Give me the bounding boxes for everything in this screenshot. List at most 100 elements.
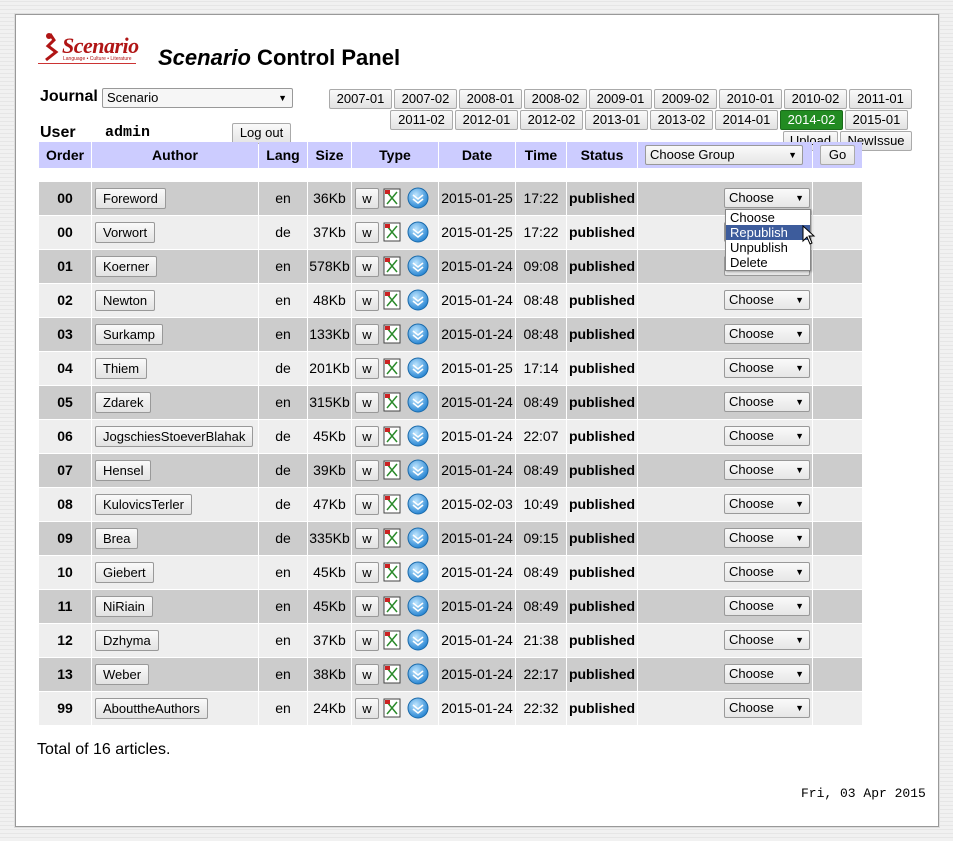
word-button[interactable]: w — [355, 188, 379, 209]
word-button[interactable]: w — [355, 630, 379, 651]
author-button[interactable]: Foreword — [95, 188, 166, 209]
word-button[interactable]: w — [355, 392, 379, 413]
pdf-icon[interactable] — [383, 188, 401, 208]
action-select[interactable]: Choose▼ — [724, 426, 810, 446]
tab-issue[interactable]: 2012-01 — [455, 110, 518, 130]
pdf-icon[interactable] — [383, 460, 401, 480]
pdf-icon[interactable] — [383, 664, 401, 684]
download-icon[interactable] — [407, 663, 429, 685]
author-button[interactable]: Hensel — [95, 460, 152, 481]
pdf-icon[interactable] — [383, 426, 401, 446]
download-icon[interactable] — [407, 493, 429, 515]
tab-issue[interactable]: 2008-01 — [459, 89, 522, 109]
pdf-icon[interactable] — [383, 358, 401, 378]
pdf-icon[interactable] — [383, 596, 401, 616]
word-button[interactable]: w — [355, 256, 379, 277]
word-button[interactable]: w — [355, 562, 379, 583]
tab-issue[interactable]: 2013-01 — [585, 110, 648, 130]
dropdown-option[interactable]: Delete — [726, 255, 810, 270]
author-button[interactable]: Koerner — [95, 256, 158, 277]
tab-issue[interactable]: 2015-01 — [845, 110, 908, 130]
tab-issue[interactable]: 2007-01 — [329, 89, 392, 109]
tab-issue[interactable]: 2011-02 — [390, 110, 453, 130]
tab-issue[interactable]: 2007-02 — [394, 89, 457, 109]
action-select[interactable]: Choose▼ — [724, 528, 810, 548]
dropdown-option[interactable]: Unpublish — [726, 240, 810, 255]
journal-select[interactable]: Scenario ▼ — [102, 88, 293, 108]
pdf-icon[interactable] — [383, 256, 401, 276]
tab-issue[interactable]: 2011-01 — [849, 89, 912, 109]
word-button[interactable]: w — [355, 596, 379, 617]
author-button[interactable]: AbouttheAuthors — [95, 698, 208, 719]
choose-group-select[interactable]: Choose Group ▼ — [645, 145, 803, 165]
word-button[interactable]: w — [355, 664, 379, 685]
action-select[interactable]: Choose▼ — [724, 630, 810, 650]
dropdown-option[interactable]: Choose — [726, 210, 810, 225]
word-button[interactable]: w — [355, 426, 379, 447]
word-button[interactable]: w — [355, 460, 379, 481]
pdf-icon[interactable] — [383, 222, 401, 242]
download-icon[interactable] — [407, 595, 429, 617]
author-button[interactable]: NiRiain — [95, 596, 153, 617]
download-icon[interactable] — [407, 187, 429, 209]
tab-issue[interactable]: 2012-02 — [520, 110, 583, 130]
download-icon[interactable] — [407, 221, 429, 243]
download-icon[interactable] — [407, 391, 429, 413]
word-button[interactable]: w — [355, 324, 379, 345]
action-select[interactable]: Choose▼ — [724, 494, 810, 514]
author-button[interactable]: JogschiesStoeverBlahak — [95, 426, 254, 447]
tab-issue-active[interactable]: 2014-02 — [780, 110, 843, 130]
download-icon[interactable] — [407, 323, 429, 345]
action-select[interactable]: Choose▼ — [724, 562, 810, 582]
word-button[interactable]: w — [355, 358, 379, 379]
pdf-icon[interactable] — [383, 528, 401, 548]
author-button[interactable]: Weber — [95, 664, 150, 685]
action-select[interactable]: Choose▼ — [724, 358, 810, 378]
action-select[interactable]: Choose▼ — [724, 460, 810, 480]
go-button[interactable]: Go — [820, 145, 855, 165]
author-button[interactable]: Giebert — [95, 562, 154, 583]
pdf-icon[interactable] — [383, 494, 401, 514]
action-select[interactable]: Choose▼ — [724, 188, 810, 208]
word-button[interactable]: w — [355, 222, 379, 243]
pdf-icon[interactable] — [383, 630, 401, 650]
tab-issue[interactable]: 2010-01 — [719, 89, 782, 109]
action-select[interactable]: Choose▼ — [724, 290, 810, 310]
download-icon[interactable] — [407, 289, 429, 311]
action-select[interactable]: Choose▼ — [724, 664, 810, 684]
download-icon[interactable] — [407, 357, 429, 379]
pdf-icon[interactable] — [383, 562, 401, 582]
tab-issue[interactable]: 2009-01 — [589, 89, 652, 109]
word-button[interactable]: w — [355, 494, 379, 515]
pdf-icon[interactable] — [383, 290, 401, 310]
download-icon[interactable] — [407, 527, 429, 549]
download-icon[interactable] — [407, 459, 429, 481]
tab-issue[interactable]: 2013-02 — [650, 110, 713, 130]
download-icon[interactable] — [407, 255, 429, 277]
download-icon[interactable] — [407, 629, 429, 651]
author-button[interactable]: Thiem — [95, 358, 148, 379]
tab-issue[interactable]: 2008-02 — [524, 89, 587, 109]
action-select[interactable]: Choose▼ — [724, 698, 810, 718]
author-button[interactable]: Vorwort — [95, 222, 156, 243]
word-button[interactable]: w — [355, 698, 379, 719]
pdf-icon[interactable] — [383, 698, 401, 718]
pdf-icon[interactable] — [383, 392, 401, 412]
action-select[interactable]: Choose▼ — [724, 324, 810, 344]
action-select[interactable]: Choose▼ — [724, 392, 810, 412]
author-button[interactable]: Newton — [95, 290, 156, 311]
download-icon[interactable] — [407, 561, 429, 583]
download-icon[interactable] — [407, 697, 429, 719]
logout-button[interactable]: Log out — [232, 123, 291, 144]
author-button[interactable]: KulovicsTerler — [95, 494, 192, 515]
word-button[interactable]: w — [355, 528, 379, 549]
action-select[interactable]: Choose▼ — [724, 596, 810, 616]
tab-issue[interactable]: 2009-02 — [654, 89, 717, 109]
author-button[interactable]: Brea — [95, 528, 139, 549]
download-icon[interactable] — [407, 425, 429, 447]
word-button[interactable]: w — [355, 290, 379, 311]
dropdown-option-highlighted[interactable]: Republish — [726, 225, 810, 240]
author-button[interactable]: Dzhyma — [95, 630, 159, 651]
action-dropdown-menu[interactable]: Choose Republish Unpublish Delete — [725, 209, 811, 271]
tab-issue[interactable]: 2014-01 — [715, 110, 778, 130]
